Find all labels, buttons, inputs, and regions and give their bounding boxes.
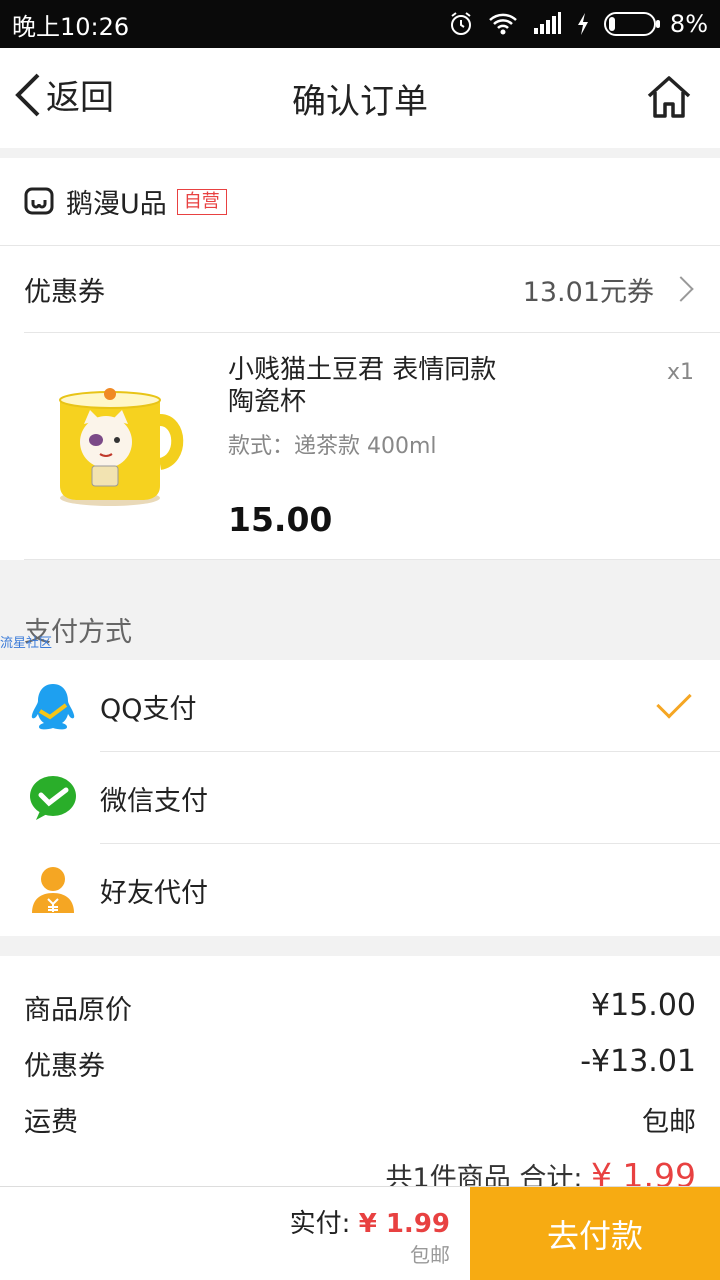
actual-payment: 实付: ¥ 1.99 (290, 1203, 450, 1240)
qq-penguin-icon (31, 684, 75, 730)
summary-value: ¥15.00 (591, 988, 696, 1023)
battery-icon (603, 12, 660, 36)
status-time: 晚上10:26 (12, 12, 130, 41)
payment-option-label: 微信支付 (100, 785, 208, 817)
nav-bar: 返回 确认订单 (0, 48, 720, 148)
checkout-bar: 实付: ¥ 1.99 包邮 去付款 (0, 1186, 720, 1280)
product-item[interactable]: 小贱猫土豆君 表情同款 陶瓷杯 款式：递茶款 400ml x1 15.00 (0, 332, 720, 560)
payment-option-qq[interactable]: QQ支付 (0, 660, 720, 752)
actual-payment-value: ¥ 1.99 (358, 1209, 450, 1239)
summary-label: 商品原价 (24, 995, 132, 1026)
chevron-left-icon (15, 73, 40, 116)
shop-header: 鹅漫U品 自营 (0, 158, 720, 246)
coupon-row[interactable]: 优惠券 13.01元券 (0, 246, 720, 332)
actual-payment-label: 实付: (289, 1209, 351, 1239)
signal-icon (533, 12, 561, 34)
alarm-icon (450, 12, 471, 35)
self-operated-badge: 自营 (176, 188, 227, 215)
product-quantity: x1 (666, 360, 694, 385)
shop-logo-icon (24, 187, 54, 214)
chevron-right-icon (668, 276, 694, 302)
wechat-icon (30, 776, 76, 820)
watermark: 流星社区 (0, 636, 53, 651)
summary-row-original-price: 商品原价 ¥15.00 (24, 988, 696, 1027)
product-spec: 款式：递茶款 400ml (228, 434, 437, 459)
back-label: 返回 (46, 78, 114, 118)
charging-icon (577, 13, 588, 35)
free-shipping-note: 包邮 (410, 1243, 450, 1267)
payment-option-wechat[interactable]: 微信支付 (0, 752, 720, 844)
product-name: 小贱猫土豆君 表情同款 陶瓷杯 (228, 355, 497, 417)
coupon-label: 优惠券 (24, 276, 105, 308)
status-bar: 晚上10:26 8% (0, 0, 720, 48)
summary-row-coupon: 优惠券 -¥13.01 (24, 1044, 696, 1083)
battery-percent: 8% (669, 10, 708, 38)
summary-label: 运费 (24, 1107, 78, 1138)
price-summary: 商品原价 ¥15.00 优惠券 -¥13.01 运费 包邮 共1件商品 合计: … (0, 956, 720, 1195)
summary-row-shipping: 运费 包邮 (24, 1100, 696, 1139)
friend-pay-icon (32, 867, 74, 913)
payment-option-label: 好友代付 (100, 877, 208, 909)
home-icon[interactable] (644, 72, 694, 122)
wifi-icon (489, 13, 517, 35)
summary-value: 包邮 (642, 1107, 696, 1138)
divider (24, 332, 720, 333)
payment-options: QQ支付 微信支付 好友代付 (0, 660, 720, 936)
pay-button[interactable]: 去付款 (470, 1187, 720, 1280)
shop-name: 鹅漫U品 (66, 189, 167, 220)
summary-label: 优惠券 (24, 1051, 105, 1082)
checkmark-icon (656, 683, 692, 719)
payment-option-friend[interactable]: 好友代付 (0, 844, 720, 936)
product-image (59, 388, 184, 506)
back-button[interactable]: 返回 (14, 70, 114, 119)
payment-option-label: QQ支付 (100, 693, 197, 725)
coupon-value: 13.01元券 (522, 276, 654, 308)
status-icons: 8% (448, 10, 708, 38)
divider (24, 559, 720, 560)
product-price: 15.00 (228, 500, 333, 539)
summary-value: -¥13.01 (580, 1044, 696, 1079)
